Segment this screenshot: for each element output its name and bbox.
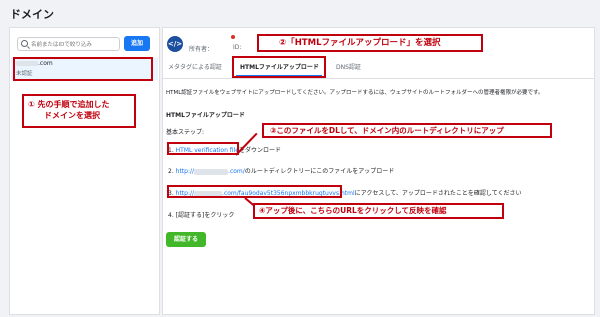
highlight-verification-url	[167, 185, 342, 198]
code-icon: </>	[167, 36, 183, 52]
redacted-text	[194, 168, 229, 175]
step-text: にアクセスして、アップロードされたことを確認してください	[354, 190, 522, 197]
step-4: 4. [認証する]をクリック	[168, 210, 234, 219]
callout-step-4: ④アップ後に、こちらのURLをクリックして反映を確認	[253, 203, 504, 219]
step-text: をダウンロード	[238, 147, 281, 154]
add-domain-button[interactable]: 追加	[124, 36, 150, 51]
steps-label: 基本ステップ:	[166, 129, 205, 136]
search-field[interactable]	[17, 37, 120, 51]
owner-label: 所有者：	[189, 46, 214, 53]
step-2: 2. http://.com/のルートディレクトリーにこのファイルをアップロード	[168, 166, 394, 175]
site-root-link[interactable]: http://.com/	[176, 168, 245, 175]
step-number: 4.	[168, 212, 174, 219]
callout-step-3: ③このファイルをDLして、ドメイン内のルートディレクトリにアップ	[262, 123, 552, 138]
step-number: 2.	[168, 168, 174, 175]
step-text: のルートディレクトリーにこのファイルをアップロード	[244, 168, 395, 175]
highlight-domain-item	[13, 57, 153, 81]
id-label: ID:	[233, 44, 242, 51]
verify-button[interactable]: 認証する	[166, 232, 206, 247]
tabs-divider	[163, 78, 594, 79]
tab-dns[interactable]: DNS認証	[336, 62, 361, 71]
step-text: [認証する]をクリック	[175, 212, 235, 219]
callout-step-2: ②「HTMLファイルアップロード」を選択	[257, 34, 483, 52]
search-icon	[21, 40, 28, 47]
intro-text: HTML認証ファイルをウェブサイトにアップロードしてください。アップロードするに…	[166, 90, 544, 96]
page-title: ドメイン	[10, 8, 54, 21]
highlight-download-link	[167, 142, 239, 155]
status-dot	[231, 35, 235, 39]
callout-step-1: ① 先の手順で追加した ドメインを選択	[22, 94, 136, 128]
tab-meta-tag[interactable]: メタタグによる認証	[168, 62, 222, 71]
search-input[interactable]	[31, 39, 119, 50]
highlight-html-tab	[232, 56, 326, 78]
section-heading: HTMLファイルアップロード	[166, 112, 245, 119]
